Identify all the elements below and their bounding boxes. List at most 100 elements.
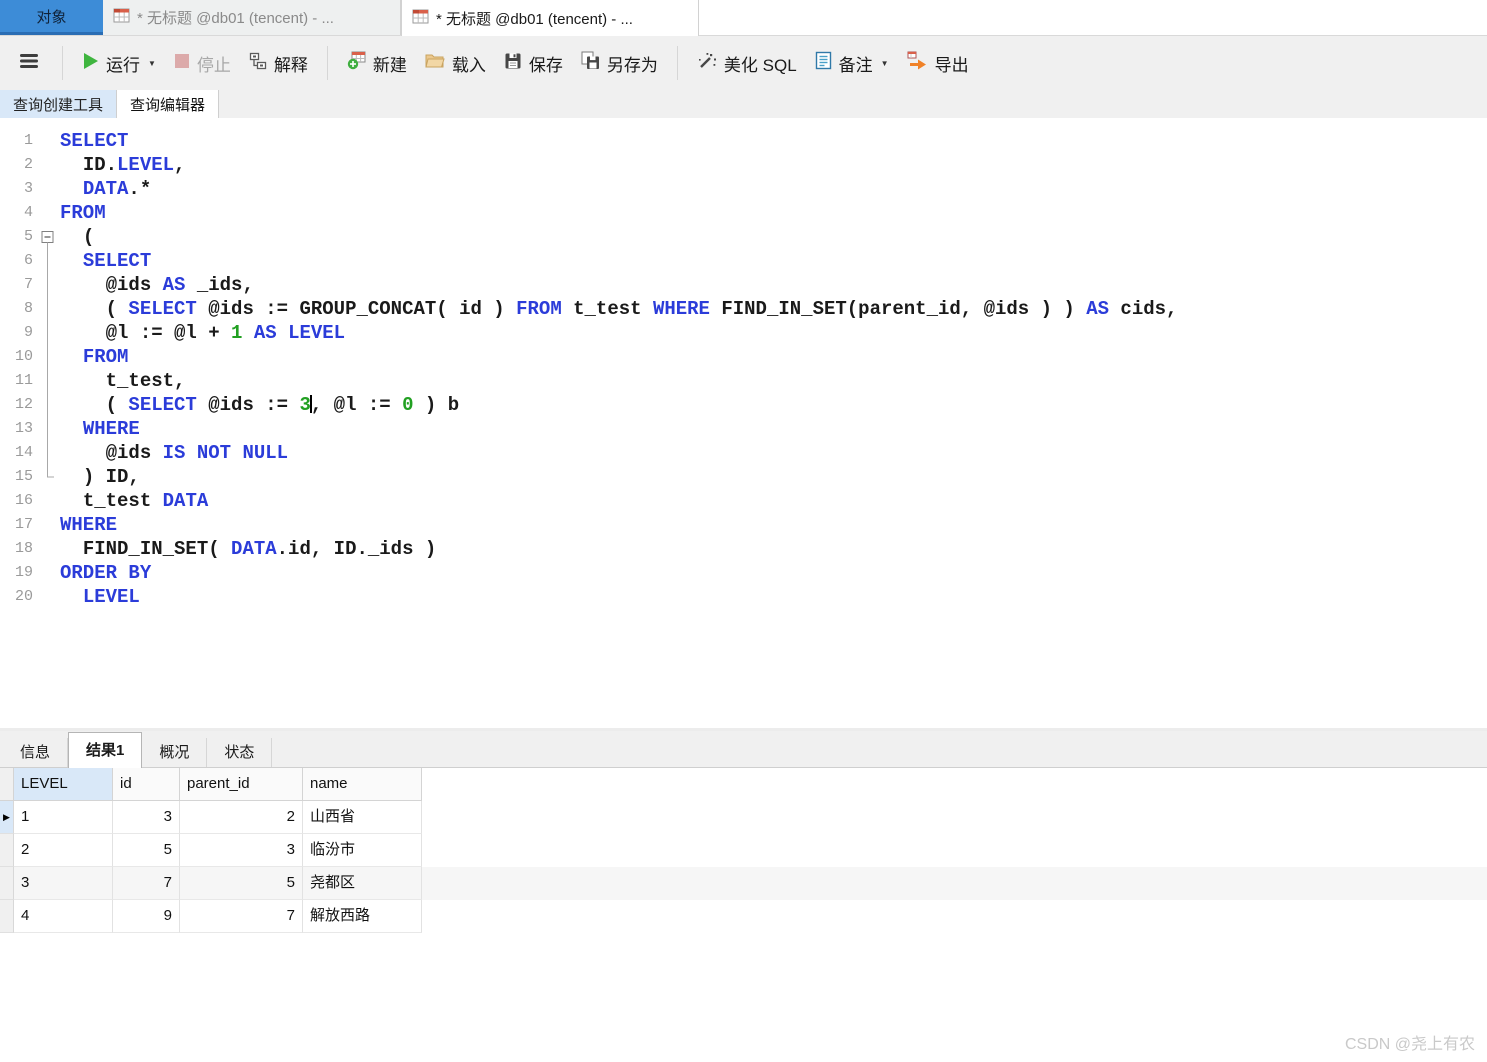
cell-level[interactable]: 1 [14,801,113,834]
code-line[interactable]: 11 t_test, [0,369,1487,393]
column-header-level[interactable]: LEVEL [14,768,113,801]
save-as-button[interactable]: 另存为 [572,42,667,84]
code-line[interactable]: 20 LEVEL [0,585,1487,609]
line-number: 16 [14,492,33,509]
query-tab-2[interactable]: * 无标题 @db01 (tencent) - ... [401,0,699,36]
code-content: @ids IS NOT NULL [105,442,289,464]
code-line[interactable]: 8 ( SELECT @ids := GROUP_CONCAT( id ) FR… [0,297,1487,321]
line-number: 5 [23,228,33,245]
load-button[interactable]: 载入 [416,42,495,84]
cell-id[interactable]: 7 [113,867,180,900]
new-icon [347,51,366,75]
row-selector[interactable] [0,867,14,900]
code-line[interactable]: 10 FROM [0,345,1487,369]
line-number: 14 [14,444,33,461]
code-line[interactable]: 12 ( SELECT @ids := 3, @l := 0 ) b [0,393,1487,417]
code-content: ( SELECT @ids := 3, @l := 0 ) b [105,394,460,416]
code-line[interactable]: 3 DATA.* [0,177,1487,201]
export-icon [907,51,928,75]
tab-query-editor[interactable]: 查询编辑器 [116,90,220,118]
code-content: t_test, [105,370,186,392]
code-line[interactable]: 1 SELECT [0,129,1487,153]
cell-id[interactable]: 9 [113,900,180,933]
new-query-button[interactable]: 新建 [338,42,416,84]
cell-parent_id[interactable]: 3 [180,834,303,867]
comment-button[interactable]: 备注 ▼ [806,42,898,84]
run-button[interactable]: 运行 ▼ [73,42,165,84]
current-row-marker[interactable]: ▶ [0,801,14,834]
tab-profile[interactable]: 概况 [142,738,208,767]
menu-button[interactable] [6,42,52,84]
line-number: 18 [14,540,33,557]
row-selector[interactable] [0,834,14,867]
code-content: FROM [82,346,129,368]
query-tab-1[interactable]: * 无标题 @db01 (tencent) - ... [103,0,401,35]
code-line[interactable]: 2 ID.LEVEL, [0,153,1487,177]
toolbar: 运行 ▼ 停止 解释 新建 载入 保存 另存为 美化 SQL 备注 ▼ 导出 [0,36,1487,90]
code-content: SELECT [82,250,152,272]
column-header-id[interactable]: id [113,768,180,801]
code-line[interactable]: 9 @l := @l + 1 AS LEVEL [0,321,1487,345]
code-content: ORDER BY [60,562,152,584]
explain-button[interactable]: 解释 [240,42,317,84]
line-number: 6 [23,252,33,269]
code-line[interactable]: 15 ) ID, [0,465,1487,489]
code-line[interactable]: 13 WHERE [0,417,1487,441]
line-number: 17 [14,516,33,533]
tab-result-1[interactable]: 结果1 [68,732,143,768]
line-number: 9 [23,324,33,341]
code-line[interactable]: 16 t_test DATA [0,489,1487,513]
fold-guide [38,465,60,489]
objects-tab[interactable]: 对象 [0,0,103,35]
code-content: ID.LEVEL, [82,154,186,176]
line-number: 20 [14,588,33,605]
code-line[interactable]: 6 SELECT [0,249,1487,273]
fold-guide [38,273,60,297]
tab-messages[interactable]: 信息 [3,738,69,767]
window-tab-label: 对象 [36,8,67,26]
tab-status[interactable]: 状态 [207,738,273,767]
code-line[interactable]: 4 FROM [0,201,1487,225]
stop-button[interactable]: 停止 [165,42,240,84]
cell-name[interactable]: 尧都区 [303,867,422,900]
code-line[interactable]: 17 WHERE [0,513,1487,537]
fold-guide [38,513,60,537]
result-grid-header: LEVEL id parent_id name [0,768,1487,801]
cell-level[interactable]: 4 [14,900,113,933]
cell-parent_id[interactable]: 7 [180,900,303,933]
code-line[interactable]: 5 ( [0,225,1487,249]
save-button[interactable]: 保存 [495,42,572,84]
beautify-icon [697,51,717,76]
sql-editor[interactable]: 1 SELECT 2 ID.LEVEL, 3 DATA.* 4 FROM 5 (6 SELE… [0,118,1487,728]
cell-id[interactable]: 3 [113,801,180,834]
line-number: 13 [14,420,33,437]
cell-name[interactable]: 解放西路 [303,900,422,933]
code-line[interactable]: 18 FIND_IN_SET( DATA.id, ID._ids ) [0,537,1487,561]
row-selector[interactable] [0,900,14,933]
column-header-name[interactable]: name [303,768,422,801]
code-line[interactable]: 14 @ids IS NOT NULL [0,441,1487,465]
code-content: FIND_IN_SET( DATA.id, ID._ids ) [82,538,437,560]
code-content: LEVEL [82,586,140,608]
export-button[interactable]: 导出 [898,42,978,84]
beautify-sql-button[interactable]: 美化 SQL [688,42,806,84]
cell-level[interactable]: 2 [14,834,113,867]
cell-id[interactable]: 5 [113,834,180,867]
fold-guide [38,441,60,465]
cell-parent_id[interactable]: 2 [180,801,303,834]
comment-icon [815,51,832,75]
cell-name[interactable]: 临汾市 [303,834,422,867]
row-arrow-icon: ▶ [3,812,10,822]
cell-parent_id[interactable]: 5 [180,867,303,900]
chevron-down-icon: ▼ [880,58,889,68]
cell-name[interactable]: 山西省 [303,801,422,834]
fold-guide [38,537,60,561]
code-line[interactable]: 19 ORDER BY [0,561,1487,585]
column-header-parent_id[interactable]: parent_id [180,768,303,801]
result-tab-bar: 信息 结果1 概况 状态 [0,731,1487,768]
cell-level[interactable]: 3 [14,867,113,900]
tab-query-builder[interactable]: 查询创建工具 [0,90,117,118]
code-line[interactable]: 7 @ids AS _ids, [0,273,1487,297]
fold-toggle-icon[interactable] [38,225,60,249]
fold-guide [38,585,60,609]
